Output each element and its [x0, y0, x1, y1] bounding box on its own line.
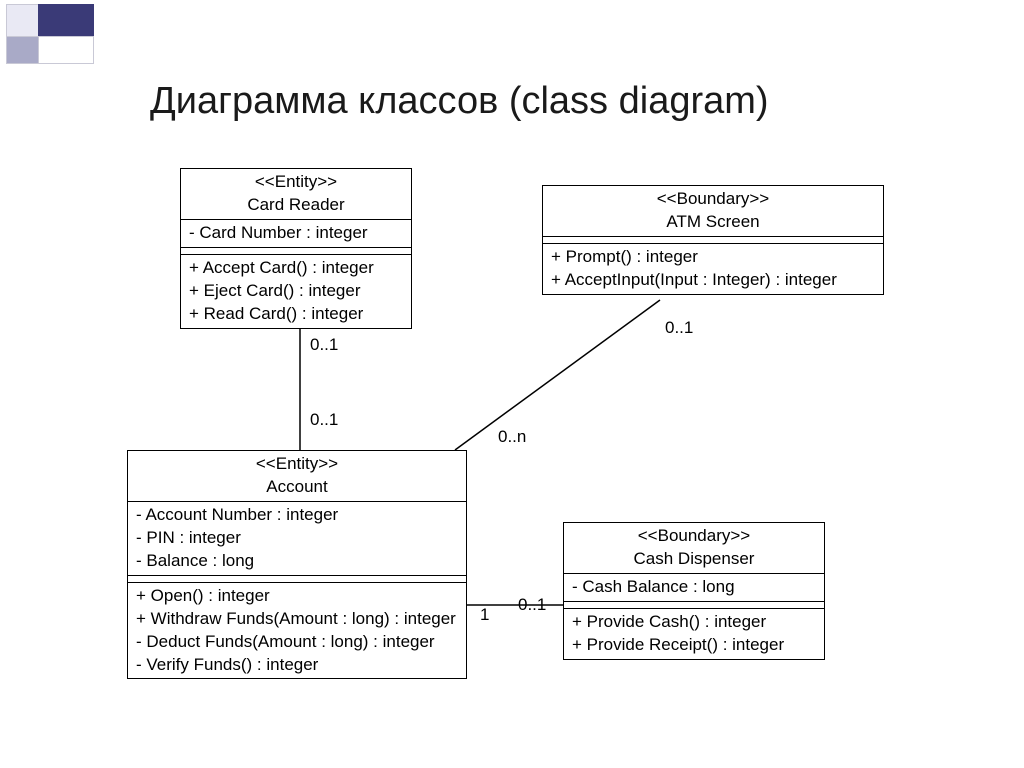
slide-decor-c — [6, 36, 42, 64]
mult-account-cash-end1: 1 — [480, 605, 489, 625]
atm-screen-op-1: + AcceptInput(Input : Integer) : integer — [551, 269, 875, 292]
account-op-3: - Verify Funds() : integer — [136, 654, 458, 677]
slide-title: Диаграмма классов (class diagram) — [150, 80, 769, 123]
cash-dispenser-op-1: + Provide Receipt() : integer — [572, 634, 816, 657]
account-op-2: - Deduct Funds(Amount : long) : integer — [136, 631, 458, 654]
account-op-1: + Withdraw Funds(Amount : long) : intege… — [136, 608, 458, 631]
class-atm-screen: <<Boundary>> ATM Screen + Prompt() : int… — [542, 185, 884, 295]
mult-cardreader-end1: 0..1 — [310, 335, 338, 355]
atm-screen-stereotype: <<Boundary>> — [551, 188, 875, 211]
card-reader-op-0: + Accept Card() : integer — [189, 257, 403, 280]
atm-screen-name: ATM Screen — [551, 211, 875, 234]
cash-dispenser-stereotype: <<Boundary>> — [572, 525, 816, 548]
class-cash-dispenser: <<Boundary>> Cash Dispenser - Cash Balan… — [563, 522, 825, 660]
class-card-reader: <<Entity>> Card Reader - Card Number : i… — [180, 168, 412, 329]
card-reader-op-2: + Read Card() : integer — [189, 303, 403, 326]
account-attr-1: - PIN : integer — [136, 527, 458, 550]
card-reader-op-1: + Eject Card() : integer — [189, 280, 403, 303]
account-stereotype: <<Entity>> — [136, 453, 458, 476]
atm-screen-op-0: + Prompt() : integer — [551, 246, 875, 269]
card-reader-attr-0: - Card Number : integer — [189, 222, 403, 245]
mult-cardreader-end2: 0..1 — [310, 410, 338, 430]
slide-decor-d — [38, 36, 94, 64]
card-reader-stereotype: <<Entity>> — [189, 171, 403, 194]
mult-account-cash-end2: 0..1 — [518, 595, 546, 615]
cash-dispenser-op-0: + Provide Cash() : integer — [572, 611, 816, 634]
card-reader-name: Card Reader — [189, 194, 403, 217]
account-name: Account — [136, 476, 458, 499]
account-op-0: + Open() : integer — [136, 585, 458, 608]
cash-dispenser-attr-0: - Cash Balance : long — [572, 576, 816, 599]
mult-atmscreen-end1: 0..1 — [665, 318, 693, 338]
slide-decor-a — [6, 4, 42, 40]
account-attr-2: - Balance : long — [136, 550, 458, 573]
mult-atmscreen-end2: 0..n — [498, 427, 526, 447]
class-account: <<Entity>> Account - Account Number : in… — [127, 450, 467, 679]
account-attr-0: - Account Number : integer — [136, 504, 458, 527]
slide-decor-b — [38, 4, 94, 40]
cash-dispenser-name: Cash Dispenser — [572, 548, 816, 571]
